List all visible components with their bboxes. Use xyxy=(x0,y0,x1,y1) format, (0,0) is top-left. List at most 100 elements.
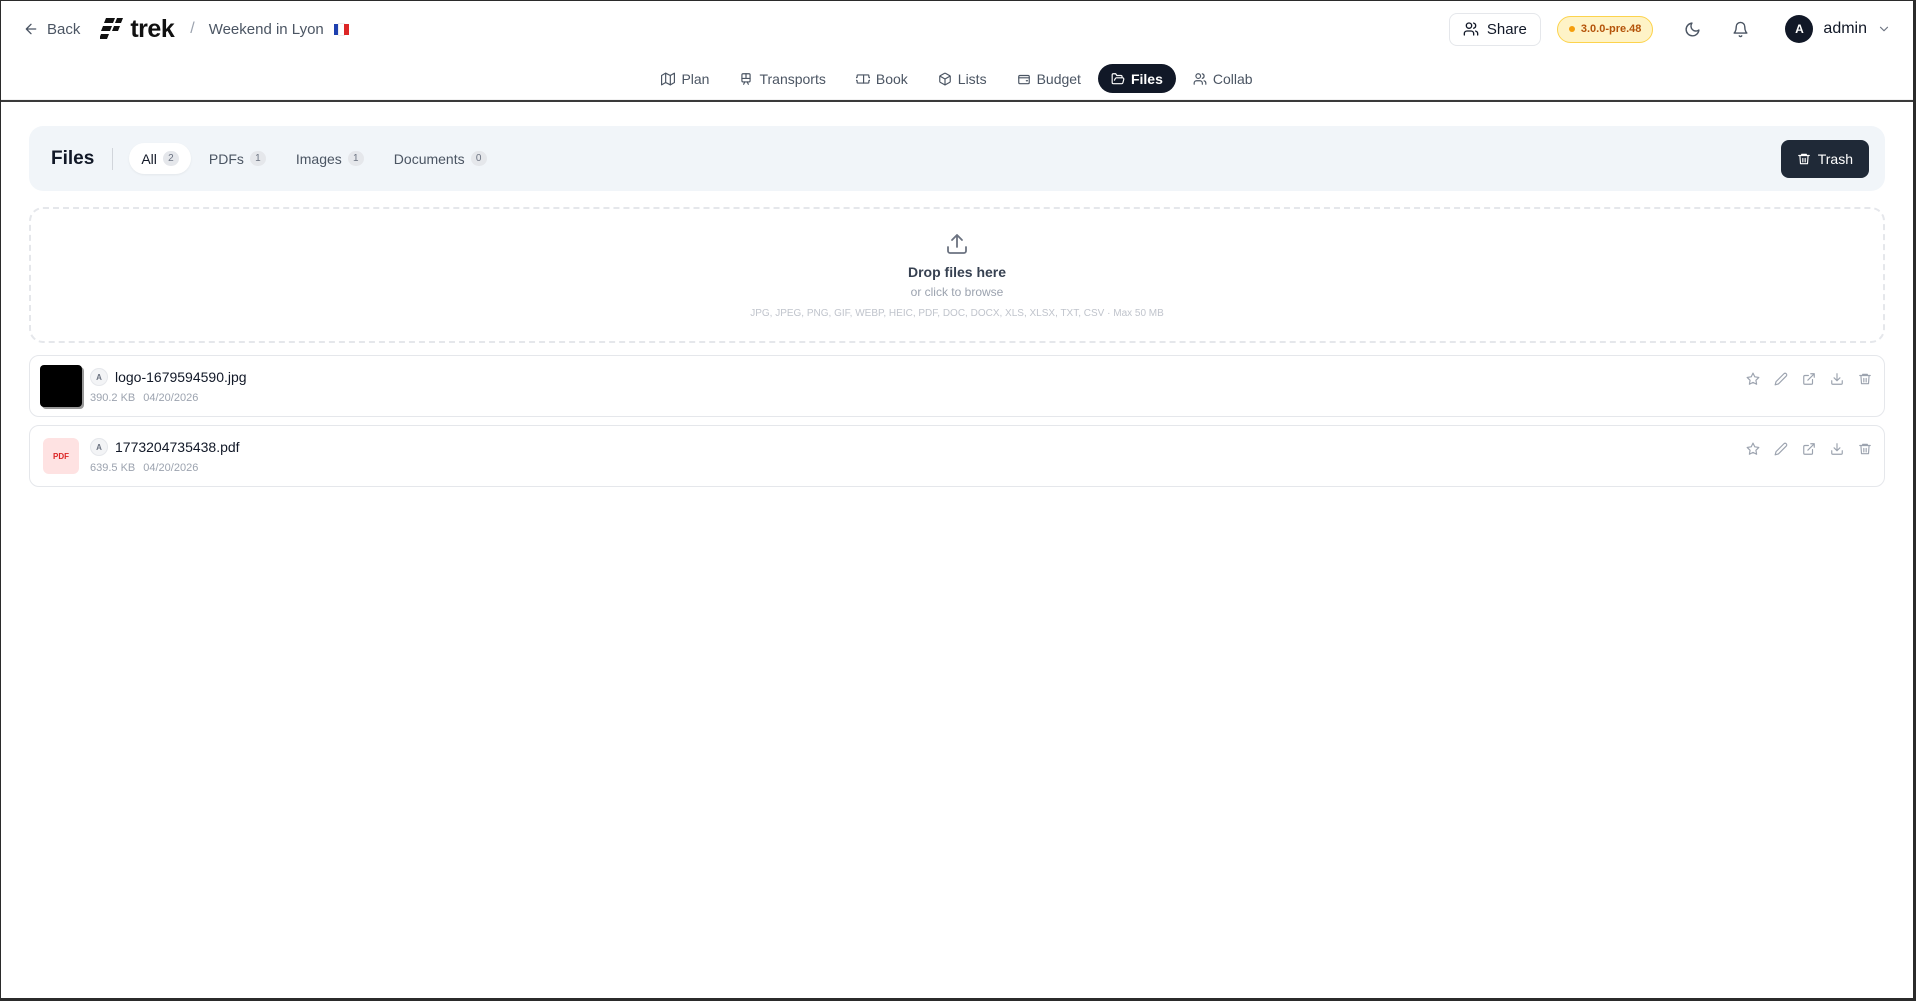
package-icon xyxy=(938,72,951,85)
download-icon xyxy=(1831,443,1843,455)
logo[interactable]: trek xyxy=(100,14,175,44)
uploader-avatar: A xyxy=(90,438,108,456)
moon-icon xyxy=(1685,21,1700,36)
open-button[interactable] xyxy=(1800,440,1818,458)
bell-icon xyxy=(1733,21,1748,37)
version-text: 3.0.0-pre.48 xyxy=(1580,23,1642,35)
delete-button[interactable] xyxy=(1856,440,1874,458)
rename-button[interactable] xyxy=(1772,440,1790,458)
file-row[interactable]: A logo-1679594590.jpg 390.2 KB 04/20/202… xyxy=(29,355,1885,417)
rename-button[interactable] xyxy=(1772,370,1790,388)
file-title-line: A 1773204735438.pdf xyxy=(90,438,240,456)
dark-mode-toggle[interactable] xyxy=(1677,14,1707,44)
tab-plan[interactable]: Plan xyxy=(648,64,722,93)
tab-collab[interactable]: Collab xyxy=(1180,64,1266,93)
delete-button[interactable] xyxy=(1856,370,1874,388)
external-link-icon xyxy=(1803,443,1815,455)
file-title-line: A logo-1679594590.jpg xyxy=(90,368,247,386)
file-date: 04/20/2026 xyxy=(143,462,199,474)
file-size: 390.2 KB xyxy=(90,392,136,404)
filter-label: Documents xyxy=(393,150,465,167)
breadcrumb-separator: / xyxy=(190,20,195,37)
external-link-icon xyxy=(1803,373,1815,385)
count-badge: 0 xyxy=(470,151,487,166)
chevron-down-icon xyxy=(1879,26,1889,32)
count-badge: 1 xyxy=(249,151,266,166)
filter-label: Images xyxy=(295,150,342,167)
user-menu[interactable]: A admin xyxy=(1785,15,1891,43)
open-button[interactable] xyxy=(1800,370,1818,388)
star-icon xyxy=(1746,442,1760,455)
pencil-icon xyxy=(1774,372,1788,386)
notifications-button[interactable] xyxy=(1725,14,1755,44)
users-icon xyxy=(1193,72,1207,85)
filter-documents[interactable]: Documents 0 xyxy=(382,143,499,174)
tab-transports[interactable]: Transports xyxy=(726,64,838,93)
file-size: 639.5 KB xyxy=(90,462,136,474)
username: admin xyxy=(1823,20,1867,37)
tab-label: Transports xyxy=(759,70,826,87)
tab-label: Plan xyxy=(681,70,710,87)
upload-icon xyxy=(947,233,967,254)
back-button[interactable]: Back xyxy=(23,21,80,38)
dropzone-title: Drop files here xyxy=(907,263,1007,280)
file-name[interactable]: 1773204735438.pdf xyxy=(115,439,240,455)
pdf-file-icon[interactable]: PDF xyxy=(43,438,79,474)
dropzone-subtitle: or click to browse xyxy=(910,284,1004,299)
trash-label: Trash xyxy=(1817,150,1853,167)
wallet-icon xyxy=(1017,74,1030,84)
file-date: 04/20/2026 xyxy=(143,392,199,404)
filter-label: PDFs xyxy=(208,150,244,167)
app-window: Back trek / Weekend in Lyon Share 3.0.0-… xyxy=(1,1,1913,998)
france-flag-icon xyxy=(333,23,349,37)
trip-name-text: Weekend in Lyon xyxy=(208,20,324,38)
file-meta: 390.2 KB 04/20/2026 xyxy=(90,392,247,404)
filter-label: All xyxy=(141,150,157,167)
filter-pdfs[interactable]: PDFs 1 xyxy=(197,143,278,174)
tab-budget[interactable]: Budget xyxy=(1004,64,1094,93)
file-actions xyxy=(1744,440,1874,458)
file-info: A logo-1679594590.jpg 390.2 KB 04/20/202… xyxy=(90,368,247,404)
tab-lists[interactable]: Lists xyxy=(925,64,1000,93)
file-row[interactable]: PDF A 1773204735438.pdf 639.5 KB 04/20/2… xyxy=(29,425,1885,487)
tab-label: Book xyxy=(875,70,908,87)
file-name[interactable]: logo-1679594590.jpg xyxy=(115,369,247,385)
star-button[interactable] xyxy=(1744,440,1762,458)
filter-images[interactable]: Images 1 xyxy=(284,143,376,174)
dropzone-file-types: JPG, JPEG, PNG, GIF, WEBP, HEIC, PDF, DO… xyxy=(750,307,1164,319)
trash-icon xyxy=(1859,373,1871,385)
logo-text: trek xyxy=(130,14,175,43)
filter-all[interactable]: All 2 xyxy=(129,143,191,174)
uploader-avatar: A xyxy=(90,368,108,386)
file-actions xyxy=(1744,370,1874,388)
folder-open-icon xyxy=(1111,72,1125,84)
avatar: A xyxy=(1785,15,1814,43)
top-bar: Back trek / Weekend in Lyon Share 3.0.0-… xyxy=(1,1,1913,57)
count-badge: 2 xyxy=(162,151,179,166)
files-page: Files All 2 PDFs 1 Images 1 Documents 0 … xyxy=(29,126,1885,487)
version-badge[interactable]: 3.0.0-pre.48 xyxy=(1556,15,1654,43)
share-button[interactable]: Share xyxy=(1448,12,1541,46)
download-icon xyxy=(1831,373,1843,385)
tab-files[interactable]: Files xyxy=(1097,64,1176,93)
map-icon xyxy=(661,72,676,85)
download-button[interactable] xyxy=(1828,440,1846,458)
file-meta: 639.5 KB 04/20/2026 xyxy=(90,462,240,474)
trash-button[interactable]: Trash xyxy=(1780,139,1869,178)
version-dot-icon xyxy=(1568,26,1575,32)
trip-name: Weekend in Lyon xyxy=(209,21,349,38)
top-actions: Share 3.0.0-pre.48 A admin xyxy=(1448,12,1891,46)
divider xyxy=(112,147,114,170)
star-button[interactable] xyxy=(1744,370,1762,388)
trash-icon xyxy=(1859,443,1871,455)
file-info: A 1773204735438.pdf 639.5 KB 04/20/2026 xyxy=(90,438,240,474)
star-icon xyxy=(1746,372,1760,385)
ticket-icon xyxy=(855,73,870,84)
pencil-icon xyxy=(1774,442,1788,456)
download-button[interactable] xyxy=(1828,370,1846,388)
tab-book[interactable]: Book xyxy=(843,64,921,93)
file-thumbnail[interactable] xyxy=(40,365,82,407)
tab-label: Collab xyxy=(1212,70,1253,87)
tab-label: Files xyxy=(1130,70,1163,87)
upload-dropzone[interactable]: Drop files here or click to browse JPG, … xyxy=(29,207,1885,343)
